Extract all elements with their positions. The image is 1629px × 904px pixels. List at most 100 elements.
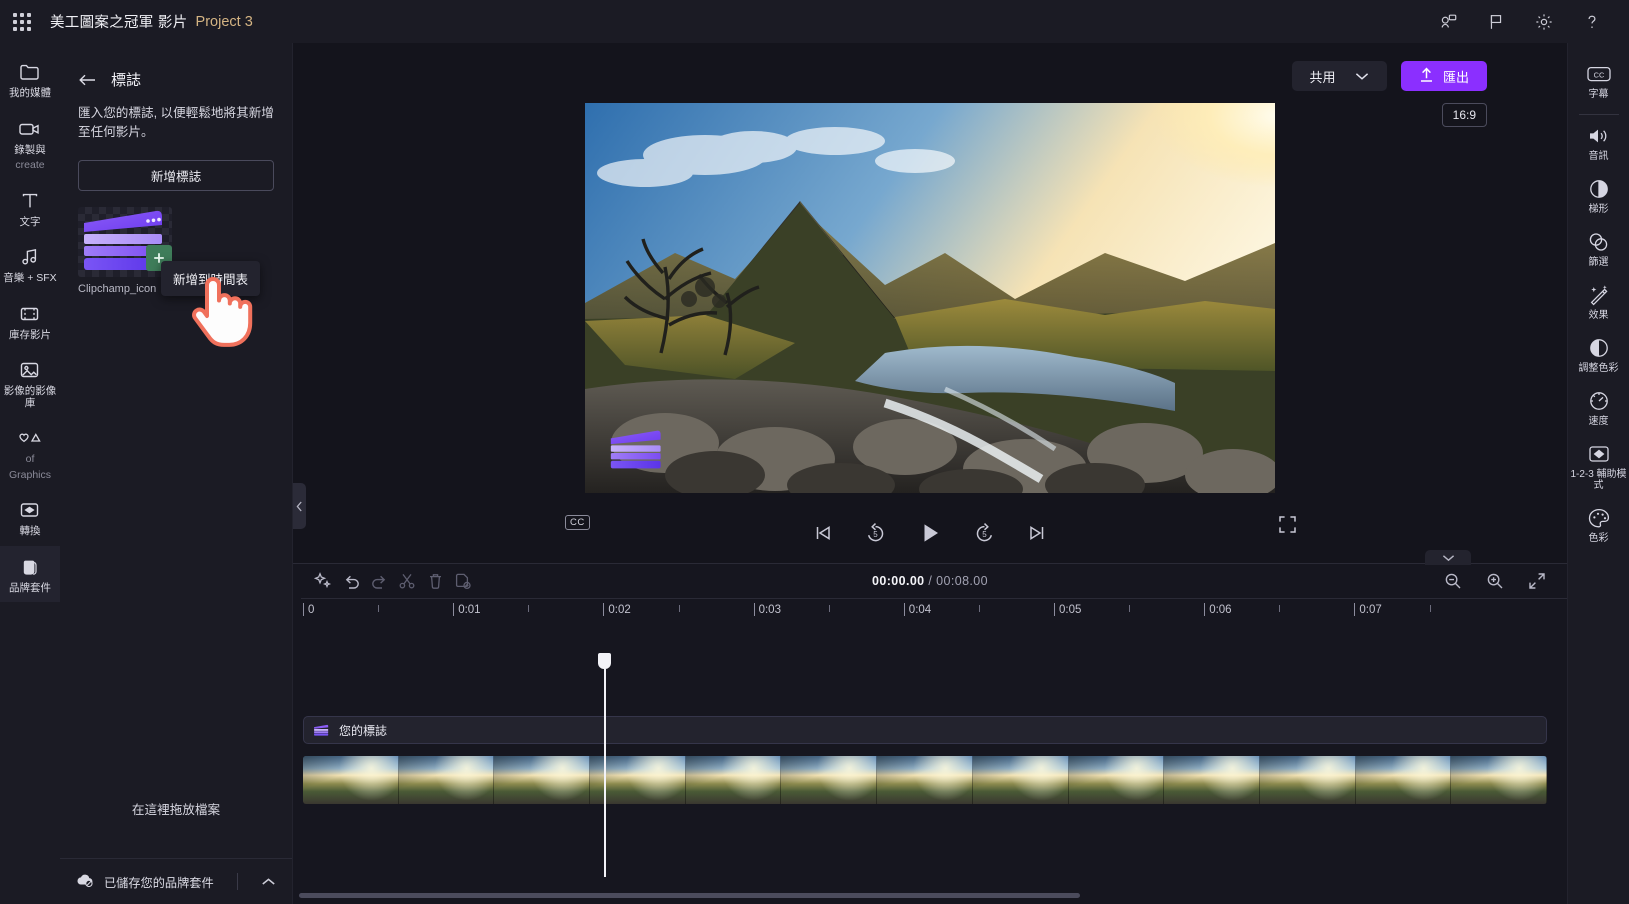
logo-asset[interactable]: Clipchamp_icon xyxy=(78,207,172,295)
upload-arrow-icon xyxy=(1419,67,1434,86)
tool-fade[interactable]: 梯形 xyxy=(1568,170,1629,223)
rewind-5-button[interactable]: 5 xyxy=(864,522,887,545)
flag-icon[interactable] xyxy=(1485,11,1507,33)
chevron-up-icon[interactable] xyxy=(247,877,276,887)
timeline-toolbar: 00:00.00 / 00:08.00 xyxy=(293,550,1567,598)
camera-icon xyxy=(17,117,43,141)
chevron-down-icon xyxy=(1355,69,1369,84)
ruler-tick-major xyxy=(453,603,455,616)
tool-adjust-color[interactable]: 調整色彩 xyxy=(1568,329,1629,382)
timeline-clip-logo[interactable]: 您的標誌 xyxy=(303,716,1547,744)
magic-tools-button[interactable] xyxy=(309,567,337,595)
ruler-tick-label: 0 xyxy=(308,604,315,616)
tool-color[interactable]: 色彩 xyxy=(1568,499,1629,552)
timeline-collapse-button[interactable] xyxy=(1425,550,1471,565)
delete-button[interactable] xyxy=(421,567,449,595)
tool-label: 色彩 xyxy=(1588,533,1609,544)
ruler-tick-minor xyxy=(1129,605,1131,612)
skip-next-button[interactable] xyxy=(1026,522,1048,544)
stage-area: 共用 匯出 16:9 CC 5 5 00:00.00 / 00:08.00 0 … xyxy=(293,43,1567,904)
forward-5-button[interactable]: 5 xyxy=(973,522,996,545)
ruler-tick-minor xyxy=(678,605,680,612)
tool-audio[interactable]: 音訊 xyxy=(1568,117,1629,170)
ruler-tick-label: 0:03 xyxy=(758,604,781,616)
collapse-panel-icon[interactable] xyxy=(293,483,306,529)
cc-icon: CC xyxy=(1586,63,1612,85)
project-title-text: 美工圖案之冠軍 影片 xyxy=(50,15,188,31)
gear-icon[interactable] xyxy=(1533,11,1555,33)
preview-area: 共用 匯出 16:9 CC 5 5 xyxy=(293,43,1567,563)
sidebar-item-label: 文字 xyxy=(19,215,41,228)
tool-speed[interactable]: 速度 xyxy=(1568,382,1629,435)
aspect-ratio-button[interactable]: 16:9 xyxy=(1441,103,1487,127)
logo-thumbnail[interactable] xyxy=(78,207,172,277)
top-bar: 美工圖案之冠軍 影片 Project 3 xyxy=(0,0,1629,43)
share-button[interactable]: 共用 xyxy=(1291,61,1387,91)
sidebar-item-media[interactable]: 我的媒體 xyxy=(0,51,60,108)
timeline-tracks: 您的標誌 xyxy=(293,624,1567,904)
sidebar-item-image-lib[interactable]: 影像的影像庫 xyxy=(0,349,60,417)
filmstrip-frame xyxy=(781,756,878,804)
skip-previous-button[interactable] xyxy=(812,522,834,544)
help-icon[interactable] xyxy=(1581,11,1603,33)
sidebar-item-music-sfx[interactable]: 音樂 + SFX xyxy=(0,236,60,293)
tool-filters[interactable]: 篩選 xyxy=(1568,223,1629,276)
feedback-icon[interactable] xyxy=(1437,11,1459,33)
redo-button[interactable] xyxy=(365,567,393,595)
add-logo-button[interactable]: 新增標誌 xyxy=(78,160,274,191)
split-button[interactable] xyxy=(393,567,421,595)
logo-asset-area: Clipchamp_icon 新增到時間表 xyxy=(60,191,292,347)
undo-button[interactable] xyxy=(337,567,365,595)
panel-title: 標誌 xyxy=(111,72,142,89)
video-preview[interactable] xyxy=(585,103,1275,493)
sidebar-item-label: 轉換 xyxy=(19,525,41,537)
app-launcher-icon[interactable] xyxy=(0,12,44,31)
tool-label: 梯形 xyxy=(1588,204,1609,215)
svg-text:5: 5 xyxy=(873,530,878,539)
tool-captions[interactable]: CC 字幕 xyxy=(1568,55,1629,108)
zoom-out-button[interactable] xyxy=(1439,567,1467,595)
ruler-tick-minor xyxy=(828,605,830,612)
tool-label: 調整色彩 xyxy=(1578,363,1619,374)
play-button[interactable] xyxy=(917,520,943,546)
palette-icon xyxy=(1587,507,1611,529)
clipchamp-editor: 美工圖案之冠軍 影片 Project 3 我的媒體 錄製與 create 文字 … xyxy=(0,0,1629,904)
cloud-saved-icon xyxy=(76,872,95,891)
captions-toggle-button[interactable]: CC xyxy=(565,515,590,530)
sidebar-item-graphics[interactable]: of Graphics xyxy=(0,417,60,489)
filmstrip-frame xyxy=(685,756,782,804)
ruler-tick-label: 0:01 xyxy=(458,604,481,616)
tool-effects[interactable]: 效果 xyxy=(1568,276,1629,329)
fit-timeline-button[interactable] xyxy=(1523,567,1551,595)
folder-icon xyxy=(18,60,42,84)
image-icon xyxy=(18,358,42,382)
tool-assist-mode[interactable]: 1-2-3 輔助模式 xyxy=(1568,435,1629,499)
sidebar-item-record[interactable]: 錄製與 create xyxy=(0,108,60,180)
zoom-in-button[interactable] xyxy=(1481,567,1509,595)
project-title[interactable]: 美工圖案之冠軍 影片 Project 3 xyxy=(50,11,253,32)
filmstrip-icon xyxy=(18,302,42,326)
sidebar-item-transitions[interactable]: 轉換 xyxy=(0,489,60,546)
timeline-scrollbar[interactable] xyxy=(299,893,1447,898)
sidebar-item-brand-kit[interactable]: 品牌套件 xyxy=(0,545,60,602)
add-to-timeline-tooltip: 新增到時間表 xyxy=(161,261,261,296)
filmstrip-frame xyxy=(972,756,1069,804)
ruler-tick-label: 0:06 xyxy=(1209,604,1232,616)
timeline-ruler[interactable]: 0 0:01 0:02 0:03 0:04 0:05 0:06 0:07 xyxy=(301,598,1567,624)
fullscreen-button[interactable] xyxy=(1278,515,1297,539)
timeline-scrollbar-thumb[interactable] xyxy=(299,893,1080,898)
sidebar-item-stock-video[interactable]: 庫存影片 xyxy=(0,293,60,350)
export-button[interactable]: 匯出 xyxy=(1400,61,1487,91)
text-icon xyxy=(19,189,41,213)
back-arrow-icon[interactable] xyxy=(78,72,97,88)
timeline-clip-video[interactable] xyxy=(303,756,1547,804)
sidebar-item-text[interactable]: 文字 xyxy=(0,180,60,237)
left-sidebar: 我的媒體 錄製與 create 文字 音樂 + SFX 庫存影片 影像的影像庫 … xyxy=(0,43,60,904)
sidebar-item-sublabel: Graphics xyxy=(8,468,51,481)
video-preview-wrap xyxy=(293,103,1567,493)
ruler-tick-major xyxy=(1354,603,1356,616)
tool-label: 1-2-3 輔助模式 xyxy=(1570,469,1627,491)
duplicate-button[interactable] xyxy=(449,567,477,595)
music-icon xyxy=(19,245,41,269)
tool-label: 音訊 xyxy=(1588,151,1609,162)
